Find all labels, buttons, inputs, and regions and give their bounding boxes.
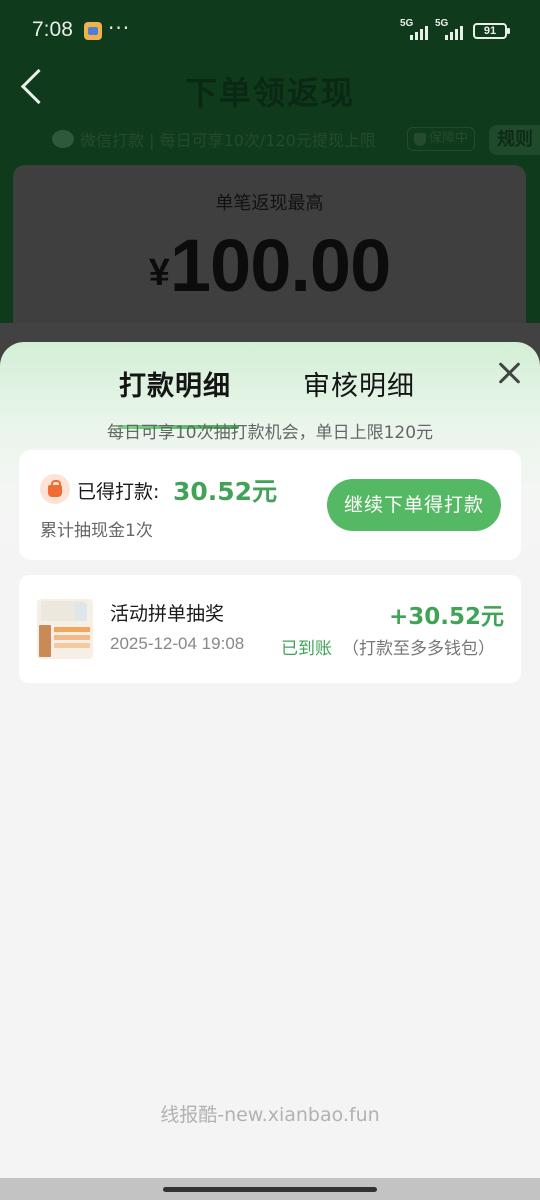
guarantee-badge: 保障中	[407, 127, 476, 151]
signal-5g-icon: 5G	[435, 18, 465, 40]
currency-symbol: ¥	[148, 252, 170, 294]
record-status: 已到账	[281, 639, 332, 659]
payout-info-text: 微信打款 | 每日可享10次/120元提现上限	[80, 131, 376, 150]
battery-icon: 91	[473, 23, 510, 39]
record-timestamp: 2025-12-04 19:08	[110, 634, 245, 653]
earned-label: 已得打款:	[77, 481, 160, 503]
shopping-bag-icon	[40, 474, 70, 504]
cumulative-draws: 累计抽现金1次	[40, 521, 153, 541]
sheet-tabs: 打款明细 审核明细	[0, 364, 540, 429]
max-cashback-value: 100.00	[169, 224, 391, 307]
list-item[interactable]: 活动拼单抽奖 2025-12-04 19:08 +30.52元 已到账 （打款至…	[19, 575, 521, 683]
payout-info-line: 微信打款 | 每日可享10次/120元提现上限	[52, 127, 376, 151]
payout-details-sheet: 打款明细 审核明细 每日可享10次抽打款机会，单日上限120元 已得打款: 30…	[0, 342, 540, 1178]
product-thumbnail	[37, 599, 93, 659]
status-time: 7:08	[32, 18, 73, 41]
signal-5g-icon: 5G	[400, 18, 430, 40]
gallery-app-icon	[84, 22, 102, 40]
max-cashback-label: 单笔返现最高	[215, 193, 324, 214]
close-icon[interactable]	[494, 358, 524, 388]
navigation-bar	[0, 1178, 540, 1200]
earned-amount: 30.52元	[173, 477, 278, 506]
guarantee-badge-label: 保障中	[429, 131, 469, 146]
status-bar: 7:08 ··· 5G 5G 91	[0, 0, 540, 62]
record-title: 活动拼单抽奖	[110, 603, 225, 625]
daily-limit-note: 每日可享10次抽打款机会，单日上限120元	[106, 423, 434, 443]
home-indicator[interactable]	[163, 1187, 377, 1192]
shield-icon	[414, 132, 426, 146]
rules-button[interactable]: 规则	[489, 125, 540, 155]
record-status-note: （打款至多多钱包）	[342, 639, 495, 659]
wechat-icon	[52, 130, 74, 148]
continue-order-button[interactable]: 继续下单得打款	[327, 479, 501, 531]
status-more-dots: ···	[108, 16, 131, 40]
watermark: 线报酷-new.xianbao.fun	[160, 1104, 380, 1126]
tab-review-details[interactable]: 审核明细	[303, 364, 415, 403]
max-cashback-amount: ¥100.00	[13, 223, 526, 308]
page-title: 下单领返现	[184, 74, 355, 112]
earned-summary-card: 已得打款: 30.52元 累计抽现金1次 继续下单得打款	[19, 450, 521, 560]
tab-payout-details[interactable]: 打款明细	[119, 364, 231, 403]
record-amount: +30.52元	[388, 604, 504, 630]
